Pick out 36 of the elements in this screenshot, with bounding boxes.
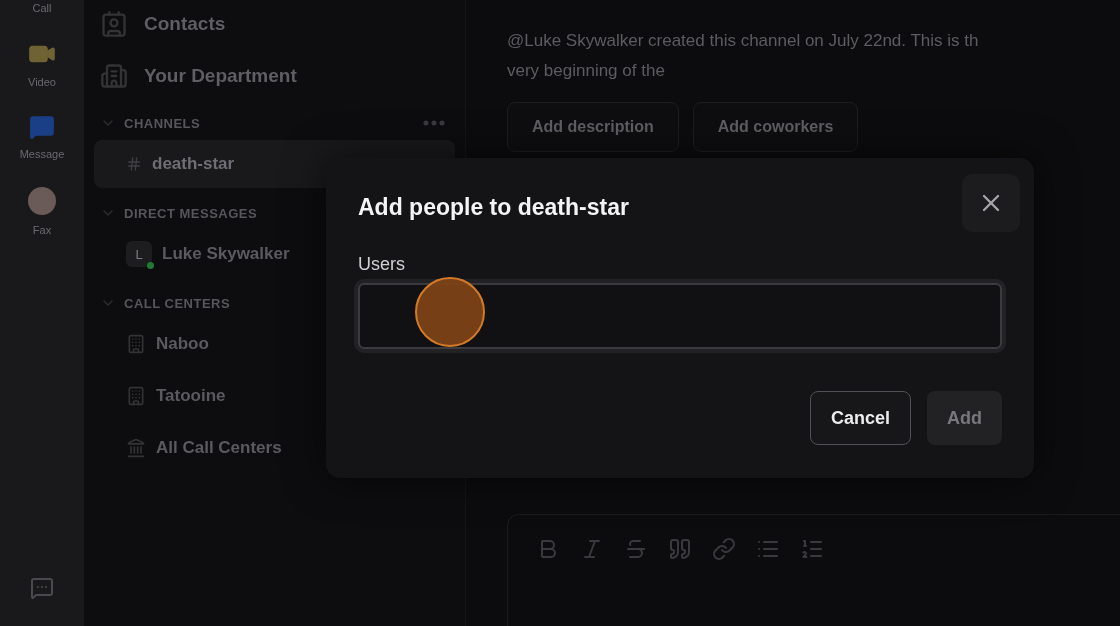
numbered-list-icon[interactable] [800, 537, 824, 561]
channel-intro: @Luke Skywalker created this channel on July 22nd. This is th [507, 30, 980, 52]
message-icon[interactable] [29, 114, 55, 140]
close-button[interactable] [962, 174, 1020, 232]
sidebar-link[interactable]: Contacts [144, 13, 226, 35]
sidebar-item[interactable]: Naboo [94, 320, 455, 368]
section-title[interactable]: CHANNELS [124, 115, 415, 131]
link-icon[interactable] [712, 537, 736, 561]
contact-card-icon [100, 10, 128, 38]
quote-icon[interactable] [668, 537, 692, 561]
strikethrough-icon[interactable] [624, 537, 648, 561]
landmark-icon [126, 438, 146, 458]
building-icon [126, 334, 146, 354]
hash-icon [126, 156, 142, 172]
building-icon [100, 62, 128, 90]
sidebar-item[interactable]: All Call Centers [94, 424, 455, 472]
dialog-button[interactable]: Cancel [809, 391, 911, 445]
channel-action-button[interactable]: Add coworkers [692, 102, 859, 152]
rail-label[interactable]: Fax [32, 224, 52, 236]
avatar-icon[interactable] [27, 186, 57, 216]
building-icon [126, 386, 146, 406]
sidebar-item[interactable]: Tatooine [94, 372, 455, 420]
sidebar-link[interactable]: Your Department [144, 65, 297, 87]
chat-bubble-icon[interactable] [30, 576, 54, 600]
rail-label[interactable]: Call [32, 2, 52, 14]
dialog-title: Add people to death-star [358, 194, 629, 221]
message-composer[interactable] [507, 514, 1120, 626]
rail-label[interactable]: Video [28, 76, 56, 88]
more-icon[interactable] [423, 120, 445, 126]
channel-intro: very beginning of the [507, 60, 666, 82]
online-dot [147, 262, 154, 269]
field-label: Users [358, 254, 406, 275]
rail-label[interactable]: Message [19, 148, 65, 160]
channel-action-button[interactable]: Add description [507, 102, 679, 152]
user-avatar: L [126, 241, 152, 267]
users-input-field[interactable] [358, 283, 1002, 349]
